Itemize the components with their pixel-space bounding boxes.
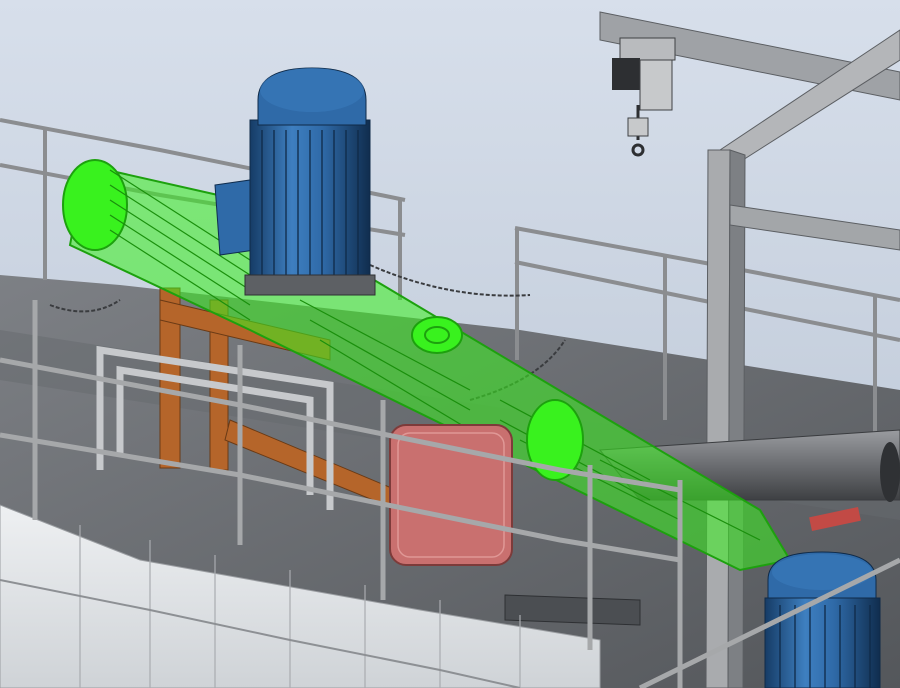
- cad-viewport[interactable]: [0, 0, 900, 688]
- cad-scene[interactable]: [0, 0, 900, 688]
